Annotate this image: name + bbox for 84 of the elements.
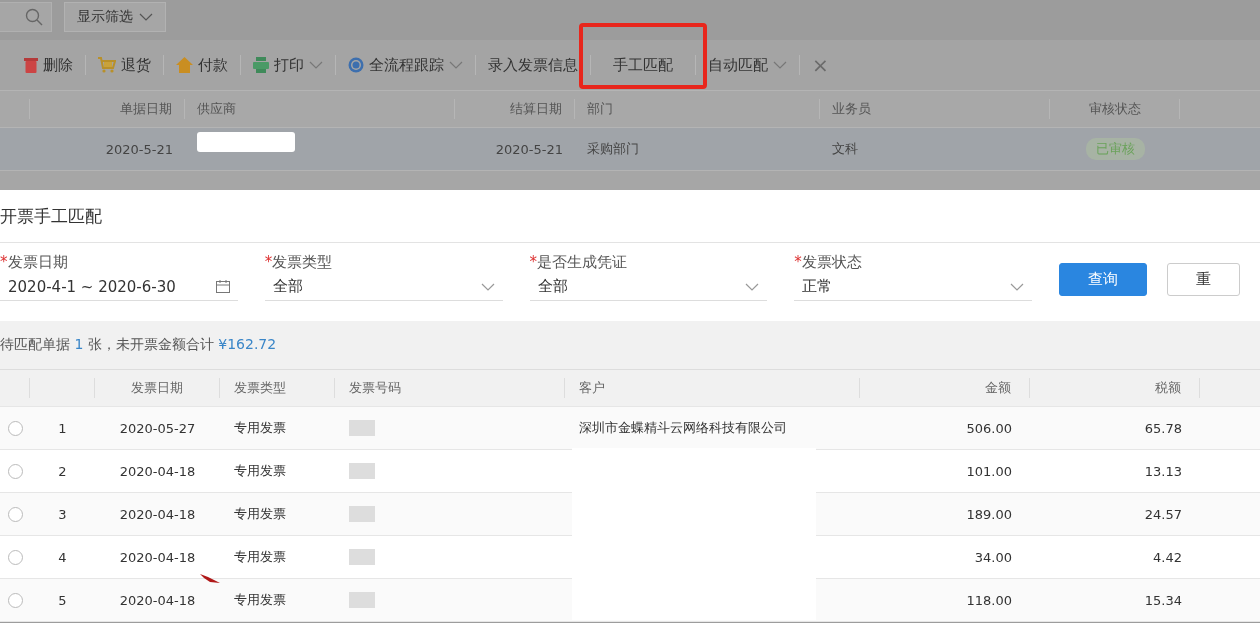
toolbar-button[interactable]: 打印 (241, 40, 335, 90)
query-button[interactable]: 查询 (1059, 263, 1147, 296)
trash-icon (24, 57, 38, 73)
table-cell: 4.42 (1153, 549, 1182, 565)
table-cell: 专用发票 (234, 548, 286, 566)
table-cell: 2020-05-27 (119, 420, 196, 436)
summary-text: 待匹配单据 1 张，未开票金额合计 ¥162.72 (0, 336, 277, 354)
row-number: 1 (58, 420, 67, 436)
select-field[interactable]: 全部 (264, 273, 503, 301)
redaction-block (349, 549, 375, 565)
column-header: 金额 (860, 378, 1030, 398)
table-cell: 13.13 (1144, 463, 1182, 479)
column-header: 发票号码 (335, 378, 565, 398)
select-field[interactable]: 正常 (794, 273, 1032, 301)
redaction-block (349, 506, 375, 522)
field-label: *发票日期 (0, 253, 69, 273)
field-label: *发票状态 (794, 253, 863, 273)
table-cell: 24.57 (1144, 506, 1182, 522)
table-cell: 506.00 (966, 420, 1012, 436)
calendar-icon (215, 280, 230, 293)
column-header: 发票类型 (220, 378, 335, 398)
column-header: 发票日期 (95, 378, 220, 398)
row-number: 3 (58, 506, 67, 522)
target-icon (348, 57, 364, 73)
radio-button[interactable] (7, 463, 23, 479)
field-label: *发票类型 (264, 253, 334, 273)
table-cell: 2020-04-18 (119, 592, 196, 608)
column-header: 结算日期 (455, 99, 575, 119)
chevron-down-icon (139, 13, 153, 21)
row-number: 4 (58, 549, 67, 565)
dialog-title: 开票手工匹配 (0, 190, 1260, 243)
toolbar-button[interactable]: 付款 (164, 40, 240, 90)
table-cell: 2020-04-18 (119, 506, 196, 522)
table-cell: 专用发票 (234, 419, 286, 437)
toolbar-button[interactable]: 全流程跟踪 (336, 40, 475, 90)
column-header: 审核状态 (1050, 99, 1180, 119)
search-icon (25, 8, 43, 26)
select-field[interactable]: 全部 (529, 273, 768, 301)
column-header: 业务员 (820, 99, 1050, 119)
highlighted-toolbar-button[interactable]: 手工匹配 (579, 23, 707, 89)
date-range-field[interactable]: 2020-4-1 ~ 2020-6-30 (0, 273, 238, 301)
table-cell: 2020-5-21 (105, 141, 173, 157)
radio-button[interactable] (7, 592, 23, 608)
redaction-block (349, 592, 375, 608)
table-cell: 101.00 (966, 463, 1012, 479)
chevron-down-icon (745, 282, 760, 291)
chevron-down-icon (1010, 282, 1024, 291)
filter-button[interactable]: 显示筛选 (64, 2, 166, 32)
chevron-down-icon (480, 282, 495, 291)
printer-icon (253, 57, 269, 73)
column-header: 单据日期 (30, 99, 185, 119)
table-cell: 文科 (832, 140, 858, 158)
house-icon (176, 57, 193, 73)
table-cell: 专用发票 (234, 462, 286, 480)
radio-button[interactable] (7, 420, 23, 436)
row-number: 5 (58, 592, 67, 608)
search-field[interactable] (0, 2, 52, 32)
table-cell: 深圳市金蝶精斗云网络科技有限公司 (579, 419, 787, 437)
redaction-block (349, 420, 375, 436)
column-header: 税额 (1030, 378, 1200, 398)
table-cell: 采购部门 (587, 140, 639, 158)
status-tag: 已审核 (1085, 138, 1145, 160)
table-cell: 34.00 (974, 549, 1012, 565)
toolbar-button[interactable]: 删除 (12, 40, 85, 90)
toolbar-button[interactable]: 退货 (86, 40, 163, 90)
radio-button[interactable] (7, 506, 23, 522)
column-header: 部门 (575, 99, 820, 119)
table-cell: 189.00 (966, 506, 1012, 522)
table-cell: 15.34 (1144, 592, 1182, 608)
field-label: *是否生成凭证 (529, 253, 628, 273)
table-cell: 118.00 (966, 592, 1012, 608)
column-header: 客户 (565, 378, 860, 398)
table-cell: 专用发票 (234, 505, 286, 523)
table-cell: 2020-04-18 (119, 463, 196, 479)
column-header: 供应商 (185, 99, 455, 119)
table-cell: 2020-5-21 (495, 141, 563, 157)
table-cell: 专用发票 (234, 591, 286, 609)
row-number: 2 (58, 463, 67, 479)
table-cell: 2020-04-18 (119, 549, 196, 565)
cart-icon (98, 57, 116, 73)
redaction-block (349, 463, 375, 479)
table-cell: 65.78 (1144, 420, 1182, 436)
reset-button[interactable]: 重 (1167, 263, 1240, 296)
radio-button[interactable] (7, 549, 23, 565)
